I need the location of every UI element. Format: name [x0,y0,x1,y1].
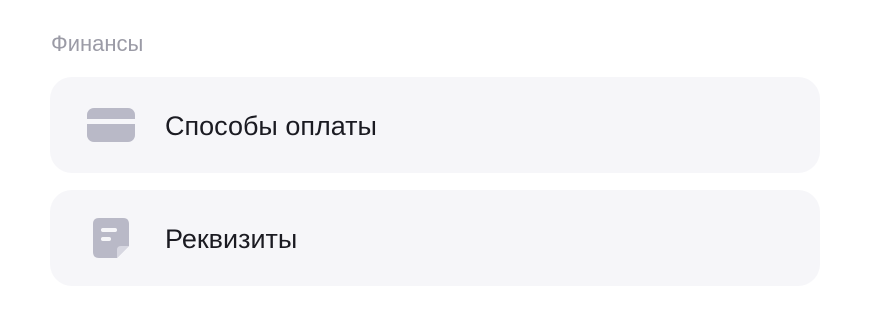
menu-item-label: Реквизиты [165,224,298,254]
menu-item-label: Способы оплаты [165,111,377,141]
credit-card-icon [85,103,137,147]
menu-item-payment-methods[interactable]: Способы оплаты [50,77,820,173]
document-icon [85,216,137,260]
section-title: Финансы [51,31,144,56]
menu-item-requisites[interactable]: Реквизиты [50,190,820,286]
